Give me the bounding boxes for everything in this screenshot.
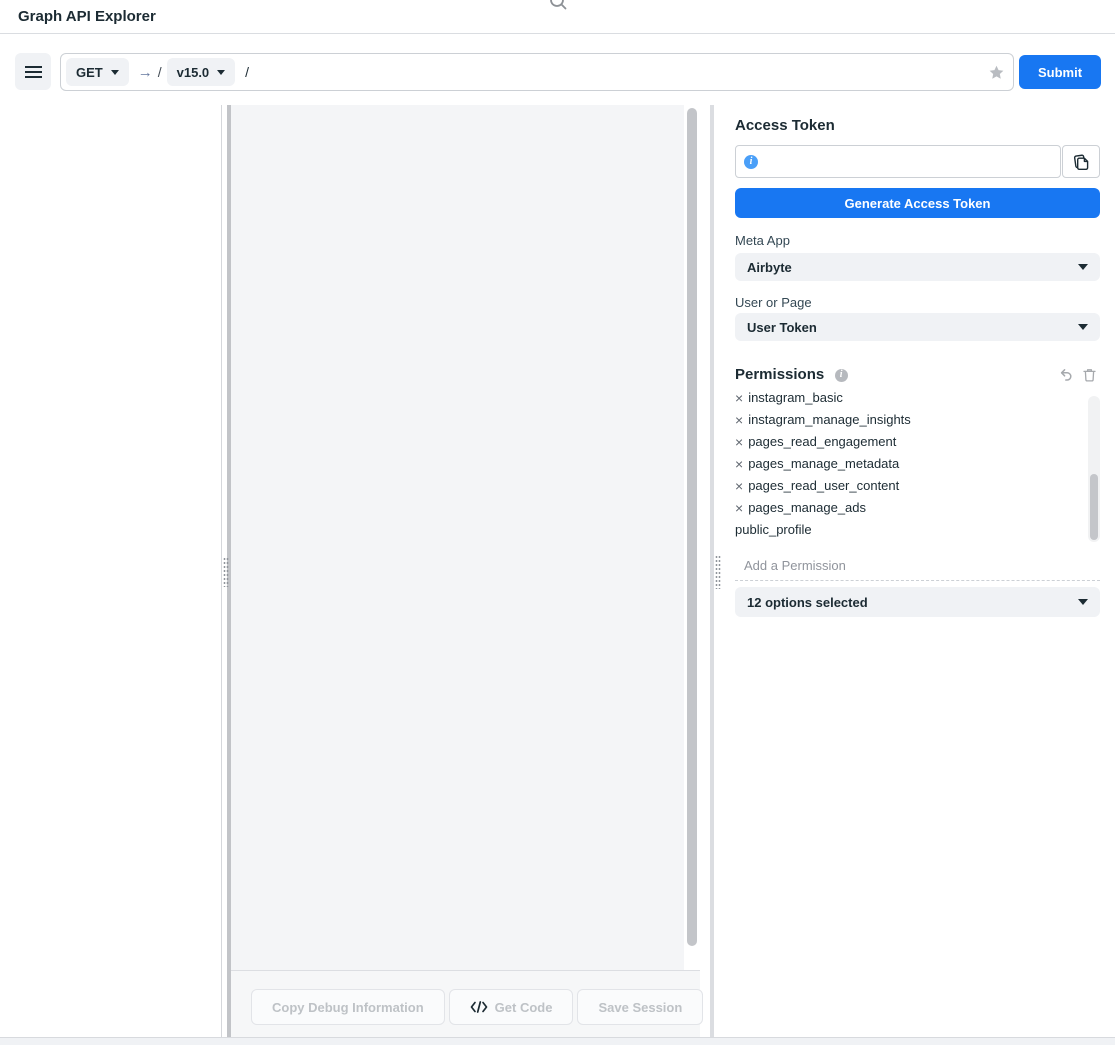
api-version-dropdown[interactable]: v15.0	[167, 58, 236, 86]
access-token-heading: Access Token	[735, 117, 835, 134]
search-icon[interactable]	[548, 0, 568, 16]
remove-permission-icon[interactable]: ×	[735, 435, 743, 449]
meta-app-value: Airbyte	[747, 260, 792, 275]
response-pane	[231, 105, 684, 970]
response-footer: Copy Debug Information Get Code	[231, 970, 700, 1037]
access-token-field[interactable]	[735, 145, 1061, 178]
api-version-label: v15.0	[177, 65, 210, 80]
page-title: Graph API Explorer	[18, 8, 156, 25]
meta-app-label: Meta App	[735, 233, 790, 248]
add-permission-input[interactable]	[735, 558, 1100, 573]
chevron-down-icon	[1078, 264, 1088, 270]
copy-icon	[1073, 153, 1090, 171]
add-permission-row	[735, 550, 1100, 581]
arrow-right-icon: →	[138, 64, 153, 81]
save-session-button[interactable]: Save Session	[577, 989, 703, 1025]
scrollbar-thumb[interactable]	[687, 108, 697, 946]
chevron-down-icon	[1078, 324, 1088, 330]
generate-access-token-button[interactable]: Generate Access Token	[735, 188, 1100, 218]
permissions-header: Permissions	[735, 366, 1100, 386]
left-panel	[0, 105, 222, 1037]
info-icon[interactable]	[744, 155, 758, 169]
request-path-input[interactable]: /	[245, 64, 988, 80]
scrollbar-thumb[interactable]	[1090, 474, 1098, 540]
permission-label: pages_manage_metadata	[748, 453, 899, 475]
menu-icon	[25, 63, 42, 81]
meta-app-select[interactable]: Airbyte	[735, 253, 1100, 281]
permissions-scrollbar	[1088, 396, 1100, 542]
graph-api-explorer-window: Graph API Explorer GET → / v15.0	[0, 0, 1115, 1045]
permission-label: pages_manage_ads	[748, 497, 866, 519]
response-column: Copy Debug Information Get Code	[231, 105, 700, 1037]
undo-icon[interactable]	[1059, 368, 1073, 382]
header-bar: Graph API Explorer	[0, 0, 1115, 34]
trash-icon[interactable]	[1083, 368, 1096, 382]
submit-button[interactable]: Submit	[1019, 55, 1101, 89]
permission-item: × pages_read_user_content	[735, 475, 1100, 497]
http-method-dropdown[interactable]: GET	[66, 58, 129, 86]
permission-label: instagram_basic	[748, 390, 843, 409]
permission-item: × instagram_manage_insights	[735, 409, 1100, 431]
request-bar: GET → / v15.0 /	[60, 53, 1014, 91]
chevron-down-icon	[111, 70, 119, 75]
get-code-label: Get Code	[495, 1000, 553, 1015]
drag-handle-dots[interactable]	[223, 557, 229, 587]
code-icon	[470, 1001, 488, 1013]
menu-button[interactable]	[15, 53, 51, 90]
right-panel-divider[interactable]	[710, 105, 714, 1037]
permission-item: × pages_read_engagement	[735, 431, 1100, 453]
remove-permission-icon[interactable]: ×	[735, 457, 743, 471]
permission-label: public_profile	[735, 519, 812, 541]
permission-item: × pages_manage_ads	[735, 497, 1100, 519]
permission-label: instagram_manage_insights	[748, 409, 911, 431]
copy-token-button[interactable]	[1062, 145, 1100, 178]
user-or-page-label: User or Page	[735, 295, 812, 310]
copy-debug-button[interactable]: Copy Debug Information	[251, 989, 445, 1025]
pre-version-slash: /	[158, 64, 162, 80]
permission-item: public_profile	[735, 519, 1100, 541]
options-selected-summary: 12 options selected	[747, 595, 868, 610]
info-icon[interactable]	[835, 369, 848, 382]
permission-item: × pages_manage_metadata	[735, 453, 1100, 475]
get-code-button[interactable]: Get Code	[449, 989, 574, 1025]
save-session-label: Save Session	[598, 1000, 682, 1015]
http-method-label: GET	[76, 65, 103, 80]
request-toolbar: GET → / v15.0 / Submit	[0, 35, 1115, 105]
chevron-down-icon	[217, 70, 225, 75]
drag-handle-dots[interactable]	[715, 555, 721, 589]
remove-permission-icon[interactable]: ×	[735, 501, 743, 515]
star-icon[interactable]	[988, 64, 1005, 81]
permissions-options-select[interactable]: 12 options selected	[735, 587, 1100, 617]
bottom-strip	[0, 1037, 1115, 1045]
chevron-down-icon	[1078, 599, 1088, 605]
user-or-page-select[interactable]: User Token	[735, 313, 1100, 341]
user-or-page-value: User Token	[747, 320, 817, 335]
remove-permission-icon[interactable]: ×	[735, 413, 743, 427]
access-token-row	[735, 145, 1100, 178]
remove-permission-icon[interactable]: ×	[735, 479, 743, 493]
copy-debug-label: Copy Debug Information	[272, 1000, 424, 1015]
response-scrollbar	[684, 105, 700, 970]
permission-item: × instagram_basic	[735, 390, 1100, 409]
response-footer-buttons: Copy Debug Information Get Code	[251, 989, 703, 1025]
selected-permissions-list: × instagram_basic × instagram_manage_ins…	[735, 390, 1100, 542]
main-area: Copy Debug Information Get Code	[0, 105, 1115, 1037]
permission-label: pages_read_user_content	[748, 475, 899, 497]
access-token-input[interactable]	[758, 146, 1060, 177]
access-token-panel: Access Token Generate Acces	[722, 105, 1115, 1037]
permissions-heading: Permissions	[735, 366, 824, 383]
remove-permission-icon[interactable]: ×	[735, 391, 743, 405]
permission-label: pages_read_engagement	[748, 431, 896, 453]
